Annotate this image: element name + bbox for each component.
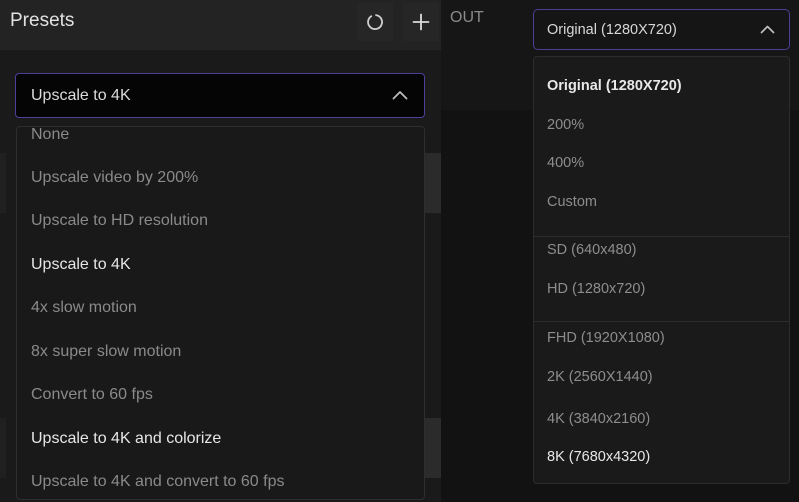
output-option-200[interactable]: 200% xyxy=(547,117,584,133)
output-option-hd[interactable]: HD (1280x720) xyxy=(547,281,645,297)
output-option-2k[interactable]: 2K (2560X1440) xyxy=(547,369,653,385)
background-panel-edge xyxy=(424,153,441,213)
presets-panel: Presets Upscale to 4K None Upscale video… xyxy=(0,0,441,502)
reset-icon xyxy=(365,12,385,32)
preset-option-upscale-4k[interactable]: Upscale to 4K xyxy=(31,256,131,274)
reset-presets-button[interactable] xyxy=(357,3,393,41)
output-option-sd[interactable]: SD (640x480) xyxy=(547,242,636,258)
output-option-custom[interactable]: Custom xyxy=(547,194,597,210)
output-selected-value: Original (1280X720) xyxy=(547,22,677,38)
preset-option-60fps[interactable]: Convert to 60 fps xyxy=(31,386,153,404)
preset-option-upscale-200[interactable]: Upscale video by 200% xyxy=(31,169,198,187)
output-resolution-menu: Original (1280X720) 200% 400% Custom SD … xyxy=(533,56,790,484)
menu-divider xyxy=(534,236,789,237)
presets-dropdown-menu: None Upscale video by 200% Upscale to HD… xyxy=(16,126,425,500)
chevron-up-icon xyxy=(392,87,408,105)
background-panel-edge xyxy=(0,418,6,478)
output-option-fhd[interactable]: FHD (1920X1080) xyxy=(547,330,665,346)
background-panel-edge xyxy=(424,418,441,478)
plus-icon xyxy=(412,13,430,31)
output-resolution-dropdown[interactable]: Original (1280X720) xyxy=(533,9,790,50)
output-option-4k[interactable]: 4K (3840x2160) xyxy=(547,411,650,427)
presets-selected-value: Upscale to 4K xyxy=(31,87,131,104)
output-option-400[interactable]: 400% xyxy=(547,155,584,171)
output-label: OUT xyxy=(450,9,484,26)
output-option-8k[interactable]: 8K (7680x4320) xyxy=(547,449,650,465)
menu-divider xyxy=(534,321,789,322)
preset-option-none[interactable]: None xyxy=(31,127,69,144)
preset-option-4k-colorize[interactable]: Upscale to 4K and colorize xyxy=(31,430,221,448)
preset-option-4x-slow-motion[interactable]: 4x slow motion xyxy=(31,299,137,317)
presets-dropdown[interactable]: Upscale to 4K xyxy=(15,73,425,118)
preset-option-8x-slow-motion[interactable]: 8x super slow motion xyxy=(31,343,181,361)
background-panel-edge xyxy=(0,153,6,213)
output-option-original[interactable]: Original (1280X720) xyxy=(547,78,682,94)
presets-title: Presets xyxy=(10,10,75,31)
add-preset-button[interactable] xyxy=(403,3,439,41)
preset-option-4k-60fps[interactable]: Upscale to 4K and convert to 60 fps xyxy=(31,473,284,491)
presets-header: Presets xyxy=(0,0,441,50)
chevron-up-icon xyxy=(760,21,775,39)
preset-option-upscale-hd[interactable]: Upscale to HD resolution xyxy=(31,212,208,230)
